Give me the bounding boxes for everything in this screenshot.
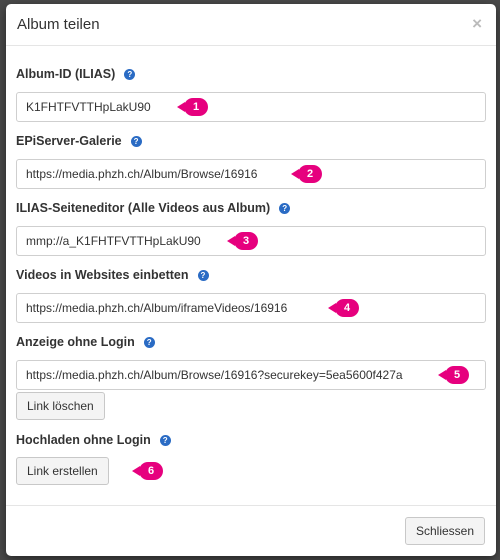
album-id-input[interactable]: K1FHTFVTTHpLakU90 [16,92,486,122]
field-upload-without-login: Hochladen ohne Login ? Link erstellen 6 [16,432,486,485]
field-ilias-page-editor: ILIAS-Seiteneditor (Alle Videos aus Albu… [16,200,486,256]
embed-videos-input[interactable]: https://media.phzh.ch/Album/iframeVideos… [16,293,486,323]
field-label: EPiServer-Galerie [16,134,122,148]
field-label: ILIAS-Seiteneditor (Alle Videos aus Albu… [16,201,271,215]
field-label: Anzeige ohne Login [16,335,135,349]
field-label: Hochladen ohne Login [16,433,151,447]
help-icon[interactable]: ? [279,202,291,214]
callout-badge: 3 [227,232,258,250]
view-without-login-input[interactable]: https://media.phzh.ch/Album/Browse/16916… [16,360,486,390]
close-icon[interactable]: × [472,14,482,34]
field-album-id: Album-ID (ILIAS) ? K1FHTFVTTHpLakU90 1 [16,66,486,122]
field-embed-videos: Videos in Websites einbetten ? https://m… [16,267,486,323]
field-label: Videos in Websites einbetten [16,268,189,282]
close-button[interactable]: Schliessen [404,517,485,545]
help-icon[interactable]: ? [197,269,209,281]
field-view-without-login: Anzeige ohne Login ? https://media.phzh.… [16,334,486,420]
dialog-footer: Schliessen [6,505,496,556]
callout-badge: 5 [438,366,469,384]
create-link-button[interactable]: Link erstellen [16,457,109,485]
callout-badge: 4 [328,299,359,317]
callout-badge: 1 [177,98,208,116]
dialog-title: Album teilen [17,16,100,33]
delete-link-button[interactable]: Link löschen [16,392,105,420]
share-album-dialog: Album teilen × Album-ID (ILIAS) ? K1FHTF… [6,4,496,556]
episerver-gallery-input[interactable]: https://media.phzh.ch/Album/Browse/16916 [16,159,486,189]
field-episerver-gallery: EPiServer-Galerie ? https://media.phzh.c… [16,133,486,189]
field-label: Album-ID (ILIAS) [16,67,116,81]
help-icon[interactable]: ? [159,434,171,446]
callout-badge: 2 [291,165,322,183]
callout-badge: 6 [132,462,163,480]
help-icon[interactable]: ? [143,336,155,348]
dialog-header: Album teilen × [6,4,496,46]
help-icon[interactable]: ? [124,68,136,80]
dialog-body: Album-ID (ILIAS) ? K1FHTFVTTHpLakU90 1 E… [6,46,496,506]
help-icon[interactable]: ? [130,135,142,147]
